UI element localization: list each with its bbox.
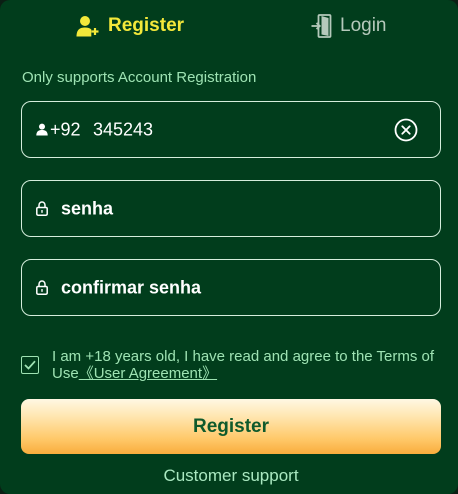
checkmark-icon xyxy=(24,360,36,370)
password-input[interactable]: senha xyxy=(61,198,113,219)
add-user-icon xyxy=(76,15,99,38)
login-door-icon xyxy=(311,14,334,38)
clear-icon[interactable] xyxy=(394,118,418,142)
register-button-label: Register xyxy=(192,415,270,437)
agreement-checkbox[interactable] xyxy=(21,356,39,374)
tab-register-label: Register xyxy=(108,15,185,36)
lock-icon xyxy=(35,280,49,295)
register-panel: Register Login Only supports Account Reg… xyxy=(0,0,458,494)
lock-icon xyxy=(35,201,49,216)
user-icon xyxy=(35,123,49,137)
register-button[interactable]: Register xyxy=(21,399,441,454)
tab-login[interactable]: Login xyxy=(311,12,387,40)
customer-support-link[interactable]: Customer support xyxy=(0,466,458,486)
confirm-password-input[interactable]: confirmar senha xyxy=(61,277,201,298)
user-agreement-link[interactable]: 《User Agreement》 xyxy=(79,365,217,382)
auth-tabs: Register Login xyxy=(0,0,458,52)
password-field[interactable]: senha xyxy=(21,180,441,237)
registration-hint: Only supports Account Registration xyxy=(22,69,257,86)
agreement-row: I am +18 years old, I have read and agre… xyxy=(21,348,443,384)
tab-register[interactable]: Register xyxy=(76,12,184,40)
tab-login-label: Login xyxy=(340,15,387,36)
agreement-text: I am +18 years old, I have read and agre… xyxy=(52,348,444,382)
phone-input[interactable]: 345243 xyxy=(93,119,153,140)
confirm-password-field[interactable]: confirmar senha xyxy=(21,259,441,316)
country-code[interactable]: +92 xyxy=(50,119,81,140)
phone-field[interactable]: +92 345243 xyxy=(21,101,441,158)
